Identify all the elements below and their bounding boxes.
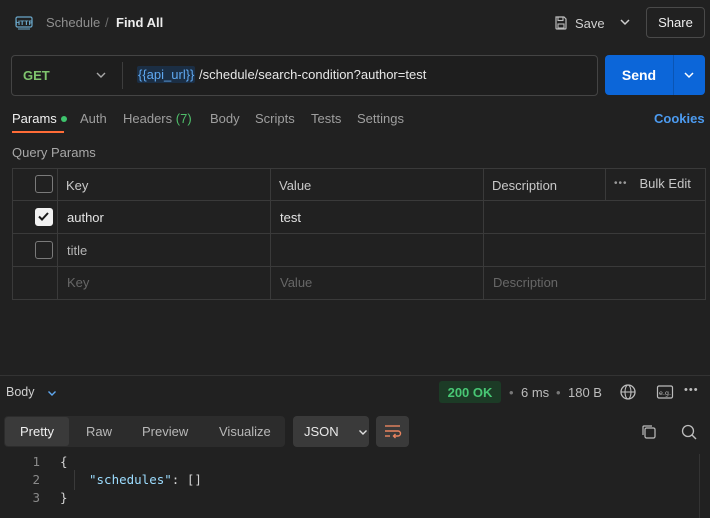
response-size[interactable]: 180 B bbox=[568, 385, 602, 400]
format-selector[interactable]: JSON bbox=[293, 416, 369, 447]
table-divider bbox=[12, 266, 706, 267]
url-path: /schedule/search-condition?author=test bbox=[195, 67, 427, 82]
select-all-checkbox[interactable] bbox=[35, 175, 53, 193]
url-input[interactable]: {{api_url}} /schedule/search-condition?a… bbox=[137, 66, 427, 83]
table-divider bbox=[12, 200, 706, 201]
body-chevron-down-icon[interactable] bbox=[46, 387, 58, 399]
send-options-chevron-icon[interactable] bbox=[682, 68, 696, 82]
copy-icon[interactable] bbox=[640, 423, 658, 441]
param-value-cell[interactable]: test bbox=[280, 210, 301, 225]
line-number: 3 bbox=[32, 490, 40, 505]
headers-count: (7) bbox=[175, 111, 192, 126]
request-title[interactable]: Find All bbox=[116, 15, 163, 30]
response-time[interactable]: 6 ms bbox=[521, 385, 549, 400]
table-col-divider bbox=[57, 168, 58, 300]
code-line: } bbox=[60, 490, 68, 505]
line-number: 1 bbox=[32, 454, 40, 469]
wrap-lines-button[interactable] bbox=[376, 416, 409, 447]
save-button[interactable]: Save bbox=[553, 11, 605, 35]
method-chevron-down-icon[interactable] bbox=[94, 68, 108, 82]
wrap-lines-icon bbox=[385, 425, 402, 439]
url-variable[interactable]: {{api_url}} bbox=[137, 66, 196, 83]
method-selector[interactable]: GET bbox=[23, 68, 50, 83]
svg-text:HTTP: HTTP bbox=[15, 20, 33, 27]
table-col-divider bbox=[270, 168, 271, 300]
share-button[interactable]: Share bbox=[646, 7, 705, 38]
breadcrumb-separator: / bbox=[105, 15, 109, 30]
meta-separator: • bbox=[556, 385, 561, 400]
new-param-key-input[interactable]: Key bbox=[67, 275, 89, 290]
response-divider bbox=[0, 375, 710, 376]
query-params-label: Query Params bbox=[12, 145, 96, 160]
status-badge[interactable]: 200 OK bbox=[439, 381, 501, 403]
indent-guide bbox=[74, 470, 75, 490]
save-label: Save bbox=[575, 15, 605, 31]
table-col-divider bbox=[605, 168, 606, 200]
tab-scripts[interactable]: Scripts bbox=[255, 111, 295, 126]
save-options-chevron-icon[interactable] bbox=[617, 14, 633, 30]
view-tab-pretty[interactable]: Pretty bbox=[20, 424, 54, 439]
example-icon[interactable]: e.g. bbox=[656, 383, 674, 401]
url-divider bbox=[122, 62, 123, 89]
view-tab-preview[interactable]: Preview bbox=[142, 424, 188, 439]
tab-tests[interactable]: Tests bbox=[311, 111, 341, 126]
send-button[interactable]: Send bbox=[605, 55, 673, 95]
param-key-cell[interactable]: title bbox=[67, 243, 87, 258]
search-icon[interactable] bbox=[680, 423, 698, 441]
code-scrollbar[interactable] bbox=[699, 454, 700, 518]
table-divider bbox=[12, 233, 706, 234]
tab-params[interactable]: Params bbox=[12, 111, 67, 126]
code-line: { bbox=[60, 454, 68, 469]
more-dots-icon: ••• bbox=[614, 178, 628, 189]
bulk-edit-label: Bulk Edit bbox=[639, 176, 691, 191]
format-label: JSON bbox=[304, 424, 339, 439]
breadcrumb-collection[interactable]: Schedule bbox=[46, 15, 100, 30]
query-params-table bbox=[12, 168, 706, 300]
tab-auth[interactable]: Auth bbox=[80, 111, 107, 126]
http-request-icon: HTTP bbox=[15, 16, 33, 30]
tab-headers[interactable]: Headers (7) bbox=[123, 111, 192, 126]
tab-body[interactable]: Body bbox=[210, 111, 240, 126]
tab-settings[interactable]: Settings bbox=[357, 111, 404, 126]
new-param-description-input[interactable]: Description bbox=[493, 275, 558, 290]
column-header-key: Key bbox=[66, 178, 89, 193]
view-tab-visualize[interactable]: Visualize bbox=[219, 424, 271, 439]
params-active-dot bbox=[60, 115, 67, 122]
param-checkbox-author[interactable] bbox=[35, 208, 53, 226]
new-param-value-input[interactable]: Value bbox=[280, 275, 312, 290]
view-tab-raw[interactable]: Raw bbox=[86, 424, 112, 439]
json-value: : [] bbox=[171, 472, 202, 487]
column-header-description: Description bbox=[492, 178, 558, 193]
save-icon bbox=[555, 16, 567, 30]
code-line: "schedules": [] bbox=[89, 472, 202, 487]
meta-separator: • bbox=[509, 385, 514, 400]
table-col-divider bbox=[483, 168, 484, 300]
column-header-value: Value bbox=[279, 178, 312, 193]
active-tab-underline bbox=[12, 131, 64, 133]
checkmark-icon bbox=[38, 212, 49, 221]
bulk-edit-button[interactable]: ••• Bulk Edit bbox=[614, 176, 691, 191]
more-options-icon[interactable]: ••• bbox=[684, 384, 699, 396]
param-key-cell[interactable]: author bbox=[67, 210, 104, 225]
svg-text:e.g.: e.g. bbox=[659, 389, 671, 397]
response-body-selector[interactable]: Body bbox=[6, 385, 35, 399]
json-key: "schedules" bbox=[89, 472, 172, 487]
globe-icon[interactable] bbox=[619, 383, 637, 401]
param-checkbox-title[interactable] bbox=[35, 241, 53, 259]
cookies-link[interactable]: Cookies bbox=[654, 111, 705, 126]
line-number: 2 bbox=[32, 472, 40, 487]
send-button-divider bbox=[673, 55, 674, 95]
format-chevron-down-icon bbox=[358, 429, 367, 435]
